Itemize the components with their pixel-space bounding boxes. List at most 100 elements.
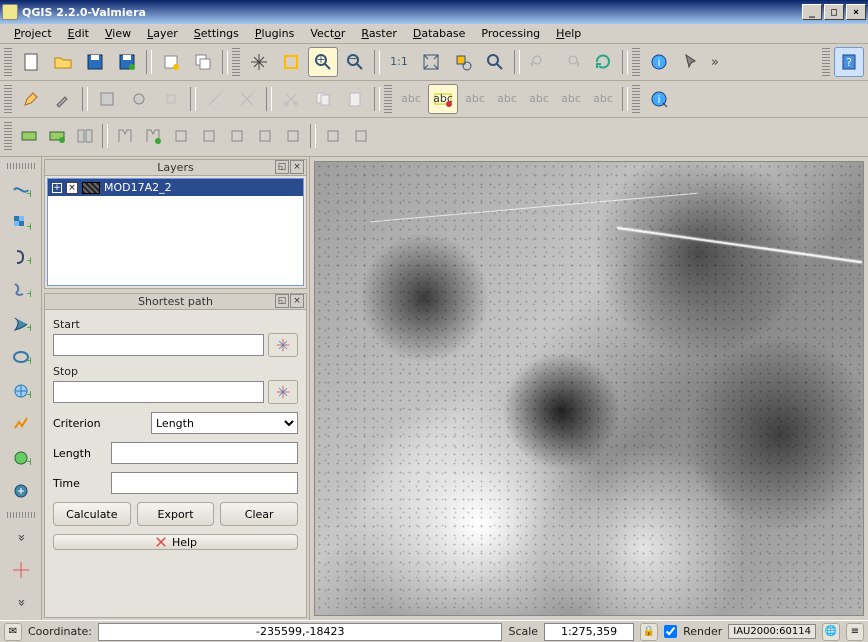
time-input[interactable] — [111, 472, 298, 494]
criterion-select[interactable]: Length — [151, 412, 298, 434]
menu-view[interactable]: View — [97, 25, 139, 42]
add-raster-button[interactable]: + — [6, 208, 36, 237]
pan-selection-button[interactable] — [276, 47, 306, 77]
zoom-last-button[interactable] — [524, 47, 554, 77]
mg-tool-12[interactable] — [348, 123, 374, 149]
close-button[interactable]: × — [846, 4, 866, 20]
vtoolbar-overflow-2[interactable]: » — [7, 595, 34, 609]
label-abc3-button[interactable]: abc — [460, 84, 490, 114]
pan-button[interactable] — [244, 47, 274, 77]
edit-pencil-button[interactable] — [48, 84, 78, 114]
export-button[interactable]: Export — [137, 502, 215, 526]
expand-icon[interactable]: + — [52, 183, 62, 193]
select-button[interactable] — [676, 47, 706, 77]
mg-tool-2[interactable] — [44, 123, 70, 149]
vtoolbar-overflow-1[interactable]: » — [7, 530, 34, 544]
mg-tool-7[interactable] — [196, 123, 222, 149]
add-oracle-button[interactable]: + — [6, 342, 36, 371]
copy-button[interactable] — [308, 84, 338, 114]
crosshair-button[interactable] — [6, 555, 36, 584]
menu-help[interactable]: Help — [548, 25, 589, 42]
clear-button[interactable]: Clear — [220, 502, 298, 526]
zoom-next-button[interactable] — [556, 47, 586, 77]
start-input[interactable] — [53, 334, 264, 356]
save-project-button[interactable] — [80, 47, 110, 77]
refresh-button[interactable] — [588, 47, 618, 77]
label-abc2-button[interactable]: abc — [428, 84, 458, 114]
paste-button[interactable] — [340, 84, 370, 114]
add-spatialite-button[interactable]: + — [6, 275, 36, 304]
save-edits-button[interactable] — [92, 84, 122, 114]
toolbar-handle[interactable] — [822, 48, 830, 76]
toolbar-handle[interactable] — [7, 512, 35, 518]
label-abc6-button[interactable]: abc — [556, 84, 586, 114]
zoom-out-button[interactable]: − — [340, 47, 370, 77]
toolbar-handle[interactable] — [384, 85, 392, 113]
toolbar-overflow[interactable]: » — [708, 48, 722, 76]
composer-manager-button[interactable] — [188, 47, 218, 77]
toolbar-handle[interactable] — [7, 163, 35, 169]
crs-indicator[interactable]: IAU2000:60114 — [728, 624, 816, 639]
map-canvas[interactable] — [314, 161, 864, 616]
start-pick-button[interactable] — [268, 333, 298, 357]
move-feature-button[interactable] — [156, 84, 186, 114]
menu-layer[interactable]: Layer — [139, 25, 186, 42]
add-wms-button[interactable]: + — [6, 376, 36, 405]
label-abc4-button[interactable]: abc — [492, 84, 522, 114]
menu-project[interactable]: Project — [6, 25, 60, 42]
mg-tool-6[interactable] — [168, 123, 194, 149]
add-csv-button[interactable] — [6, 476, 36, 505]
zoom-selection-button[interactable] — [448, 47, 478, 77]
label-abc7-button[interactable]: abc — [588, 84, 618, 114]
delete-selected-button[interactable] — [232, 84, 262, 114]
stop-pick-button[interactable] — [268, 380, 298, 404]
save-as-button[interactable] — [112, 47, 142, 77]
toolbar-handle[interactable] — [4, 122, 12, 150]
menu-edit[interactable]: Edit — [60, 25, 97, 42]
add-vector-button[interactable]: + — [6, 175, 36, 204]
toolbar-handle[interactable] — [4, 48, 12, 76]
menu-settings[interactable]: Settings — [186, 25, 247, 42]
menu-raster[interactable]: Raster — [353, 25, 404, 42]
zoom-layer-button[interactable] — [480, 47, 510, 77]
menu-plugins[interactable]: Plugins — [247, 25, 302, 42]
menu-vector[interactable]: Vector — [302, 25, 353, 42]
layers-tree[interactable]: + × MOD17A2_2 — [47, 178, 304, 286]
mg-tool-1[interactable] — [16, 123, 42, 149]
new-composer-button[interactable] — [156, 47, 186, 77]
mg-tool-5[interactable] — [140, 123, 166, 149]
toolbar-handle[interactable] — [232, 48, 240, 76]
toolbar-handle[interactable] — [4, 85, 12, 113]
panel-close-button[interactable]: × — [290, 160, 304, 174]
length-input[interactable] — [111, 442, 298, 464]
stop-input[interactable] — [53, 381, 264, 403]
identify-button[interactable]: i — [644, 47, 674, 77]
panel-undock-button[interactable]: ◱ — [275, 294, 289, 308]
render-checkbox[interactable] — [664, 625, 677, 638]
add-feature-button[interactable] — [124, 84, 154, 114]
menu-processing[interactable]: Processing — [473, 25, 548, 42]
layer-visibility-checkbox[interactable]: × — [66, 182, 78, 194]
mg-tool-9[interactable] — [252, 123, 278, 149]
mg-tool-11[interactable] — [320, 123, 346, 149]
help-button[interactable]: ? — [834, 47, 864, 77]
crs-button[interactable]: 🌐 — [822, 623, 840, 641]
edit-toggle-button[interactable] — [16, 84, 46, 114]
scale-input[interactable] — [544, 623, 634, 641]
layer-item[interactable]: + × MOD17A2_2 — [48, 179, 303, 196]
scale-lock-button[interactable]: 🔒 — [640, 623, 658, 641]
identify-info-button[interactable]: i — [644, 84, 674, 114]
minimize-button[interactable]: _ — [802, 4, 822, 20]
zoom-in-button[interactable]: + — [308, 47, 338, 77]
toolbar-handle[interactable] — [632, 85, 640, 113]
open-project-button[interactable] — [48, 47, 78, 77]
add-wcs-button[interactable] — [6, 409, 36, 438]
mg-tool-4[interactable] — [112, 123, 138, 149]
add-mssql-button[interactable]: + — [6, 309, 36, 338]
help-button[interactable]: Help — [53, 534, 298, 550]
mg-tool-8[interactable] — [224, 123, 250, 149]
mg-tool-3[interactable] — [72, 123, 98, 149]
calculate-button[interactable]: Calculate — [53, 502, 131, 526]
coordinate-input[interactable] — [98, 623, 502, 641]
label-abc1-button[interactable]: abc — [396, 84, 426, 114]
